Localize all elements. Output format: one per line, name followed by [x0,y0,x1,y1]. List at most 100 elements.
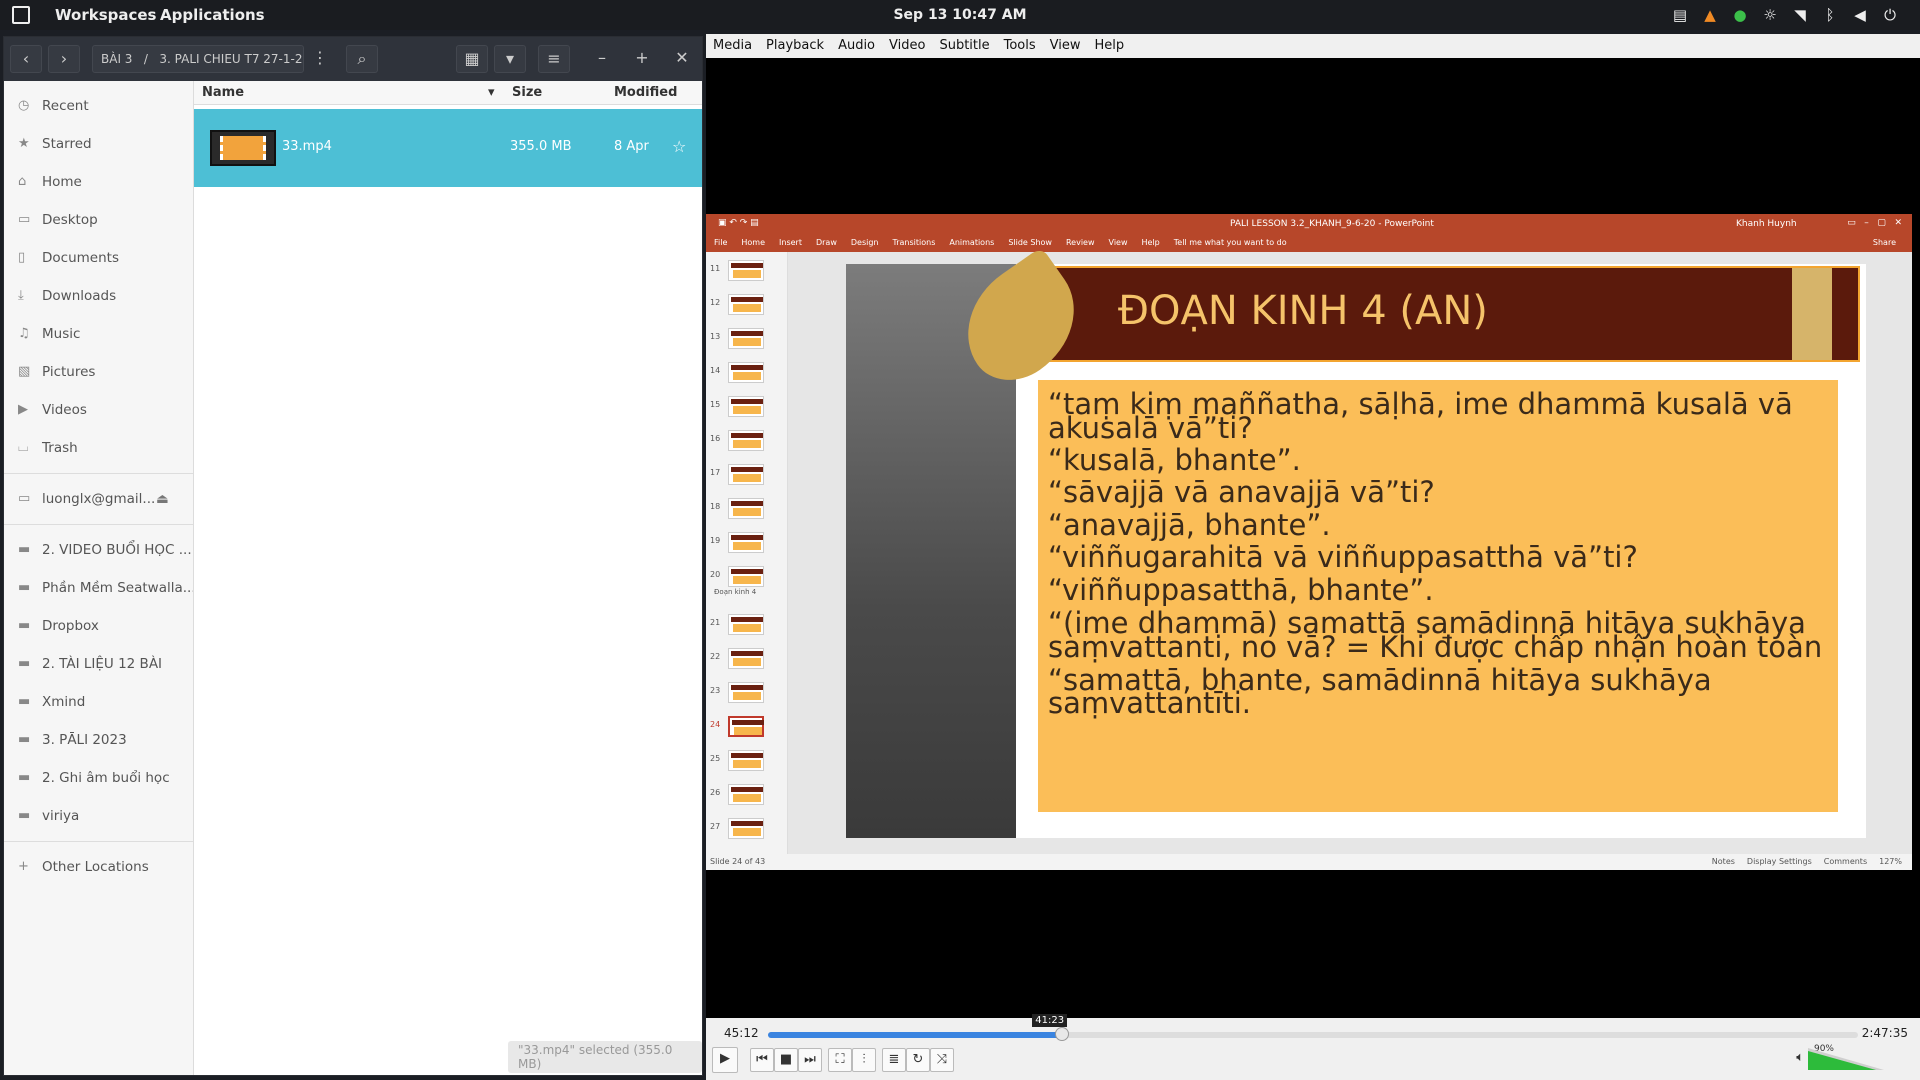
sidebar-bookmark[interactable]: ▬ 2. Ghi âm buổi học [4,759,193,797]
minimize-icon[interactable]: – [586,45,618,73]
sidebar-bookmark[interactable]: ▬ Xmind [4,683,193,721]
vlc-menu-subtitle[interactable]: Subtitle [932,34,996,57]
slide-thumbnail[interactable]: 17 [710,464,764,485]
slide-thumbnail[interactable]: 11 [710,260,764,281]
slide-thumbnail[interactable]: 20 [710,566,764,587]
column-size[interactable]: Size [512,85,542,100]
sidebar-bookmark[interactable]: ▬ 3. PĀLI 2023 [4,721,193,759]
shuffle-icon[interactable]: ⤨ [930,1048,954,1072]
sidebar-item-trash[interactable]: ⌴ Trash [4,429,193,467]
clock[interactable]: Sep 13 10:47 AM [0,7,1920,23]
back-icon[interactable]: ‹ [10,45,42,73]
wifi-icon[interactable]: ◥ [1790,5,1810,25]
vlc-tray-icon[interactable]: ▲ [1700,5,1720,25]
ppt-ribbon-tab[interactable]: View [1101,234,1134,247]
previous-icon[interactable]: ⏮ [750,1048,774,1072]
slide-thumbnail[interactable]: 19 [710,532,764,553]
ppt-share-button[interactable]: Share [1865,234,1902,247]
sort-down-icon[interactable]: ▾ [488,85,495,100]
slide-thumbnail[interactable]: 15 [710,396,764,417]
menu-icon[interactable]: ≡ [538,45,570,73]
sidebar-item-music[interactable]: ♫ Music [4,315,193,353]
ppt-ribbon-tab[interactable]: File [706,234,733,247]
window-list-icon[interactable]: ▤ [1670,5,1690,25]
slide-thumbnail[interactable]: 18 [710,498,764,519]
bluetooth-icon[interactable]: ᛒ [1820,5,1840,25]
sidebar-item-recent[interactable]: ◷ Recent [4,87,193,125]
fullscreen-icon[interactable]: ⛶ [828,1048,852,1072]
ppt-ribbon-tab[interactable]: Help [1134,234,1166,247]
seek-handle[interactable] [1055,1027,1070,1041]
next-icon[interactable]: ⏭ [798,1048,822,1072]
sidebar-bookmark[interactable]: ▬ viriya [4,797,193,835]
ppt-ribbon-tab[interactable]: Design [843,234,885,247]
sidebar-item-videos[interactable]: ▶ Videos [4,391,193,429]
slide-thumbnail[interactable]: 25 [710,750,764,771]
star-icon[interactable]: ☆ [672,137,686,156]
slide-thumbnail[interactable]: 23 [710,682,764,703]
ppt-ribbon-tab[interactable]: Tell me what you want to do [1166,234,1293,247]
sidebar-item-documents[interactable]: ▯ Documents [4,239,193,277]
playlist-icon[interactable]: ≣ [882,1048,906,1072]
ppt-ribbon-tab[interactable]: Transitions [885,234,942,247]
eject-icon[interactable]: ⏏ [156,480,169,518]
forward-icon[interactable]: › [48,45,80,73]
slide-thumbnail[interactable]: 13 [710,328,764,349]
play-icon[interactable]: ▶ [712,1047,738,1073]
breadcrumb-current[interactable]: 3. PALI CHIEU T7 27-1-24 [159,52,303,66]
ppt-ribbon-tab[interactable]: Draw [808,234,843,247]
sidebar-bookmark[interactable]: ▬ Phần Mềm Seatwalla... [4,569,193,607]
brightness-icon[interactable]: ☼ [1760,5,1780,25]
maximize-icon[interactable]: + [626,45,658,73]
file-row[interactable]: 33.mp4 355.0 MB 8 Apr ☆ [194,109,702,187]
loop-icon[interactable]: ↻ [906,1048,930,1072]
slide-thumbnail[interactable]: 21 [710,614,764,635]
slide-thumbnail[interactable]: 12 [710,294,764,315]
sidebar-bookmark[interactable]: ▬ Dropbox [4,607,193,645]
ppt-ribbon-tab[interactable]: Home [733,234,771,247]
video-frame[interactable]: ▣ ↶ ↷ ▤ PALI LESSON 3.2_KHANH_9-6-20 - P… [706,214,1912,870]
search-icon[interactable]: ⌕ [346,45,378,73]
sidebar-item-downloads[interactable]: ⤓ Downloads [4,277,193,315]
vlc-menu-media[interactable]: Media [706,34,759,57]
volume-slider[interactable] [1808,1044,1884,1072]
slide-thumbnail[interactable]: 22 [710,648,764,669]
ppt-status-item[interactable]: 127% [1879,857,1902,866]
slide-thumbnail[interactable]: 27 [710,818,764,839]
ppt-ribbon-tab[interactable]: Animations [941,234,1000,247]
column-modified[interactable]: Modified [614,85,677,100]
column-name[interactable]: Name [202,85,244,100]
check-shield-icon[interactable]: ● [1730,5,1750,25]
ppt-status-item[interactable]: Notes [1712,857,1735,866]
sidebar-item-starred[interactable]: ★ Starred [4,125,193,163]
sidebar-item-other-locations[interactable]: + Other Locations [4,848,193,886]
ppt-ribbon-tab[interactable]: Review [1058,234,1101,247]
sidebar-bookmark[interactable]: ▬ 2. VIDEO BUỔI HỌC ... [4,531,193,569]
sidebar-item-pictures[interactable]: ▧ Pictures [4,353,193,391]
breadcrumb-parent[interactable]: BÀI 3 [101,52,132,66]
grid-view-icon[interactable]: ▦ [456,45,488,73]
sidebar-item-drive[interactable]: ▭ luonglx@gmail... ⏏ [4,480,193,518]
stop-icon[interactable]: ■ [774,1048,798,1072]
vlc-menu-tools[interactable]: Tools [997,34,1043,57]
slide-thumbnail[interactable]: 16 [710,430,764,451]
ppt-status-item[interactable]: Display Settings [1747,857,1812,866]
sidebar-item-desktop[interactable]: ▭ Desktop [4,201,193,239]
sidebar-bookmark[interactable]: ▬ 2. TÀI LIỆU 12 BÀI [4,645,193,683]
sidebar-item-home[interactable]: ⌂ Home [4,163,193,201]
slide-thumbnail[interactable]: 24 [710,716,764,737]
more-options-icon[interactable]: ⋮ [304,45,336,73]
ppt-ribbon-tab[interactable]: Slide Show [1000,234,1058,247]
power-icon[interactable]: ⏻ [1880,5,1900,25]
vlc-menu-audio[interactable]: Audio [831,34,882,57]
vlc-menu-playback[interactable]: Playback [759,34,831,57]
extended-settings-icon[interactable]: ⫶ [852,1048,876,1072]
slide-thumbnail[interactable]: 26 [710,784,764,805]
ppt-status-item[interactable]: Comments [1824,857,1867,866]
seek-bar[interactable]: 41:23 [768,1014,1858,1041]
slide-thumbnail[interactable]: 14 [710,362,764,383]
volume-icon[interactable]: ◀ [1850,5,1870,25]
speaker-icon[interactable]: 🔈︎ [1796,1050,1804,1065]
view-dropdown-icon[interactable]: ▾ [494,45,526,73]
ppt-ribbon-tab[interactable]: Insert [771,234,808,247]
